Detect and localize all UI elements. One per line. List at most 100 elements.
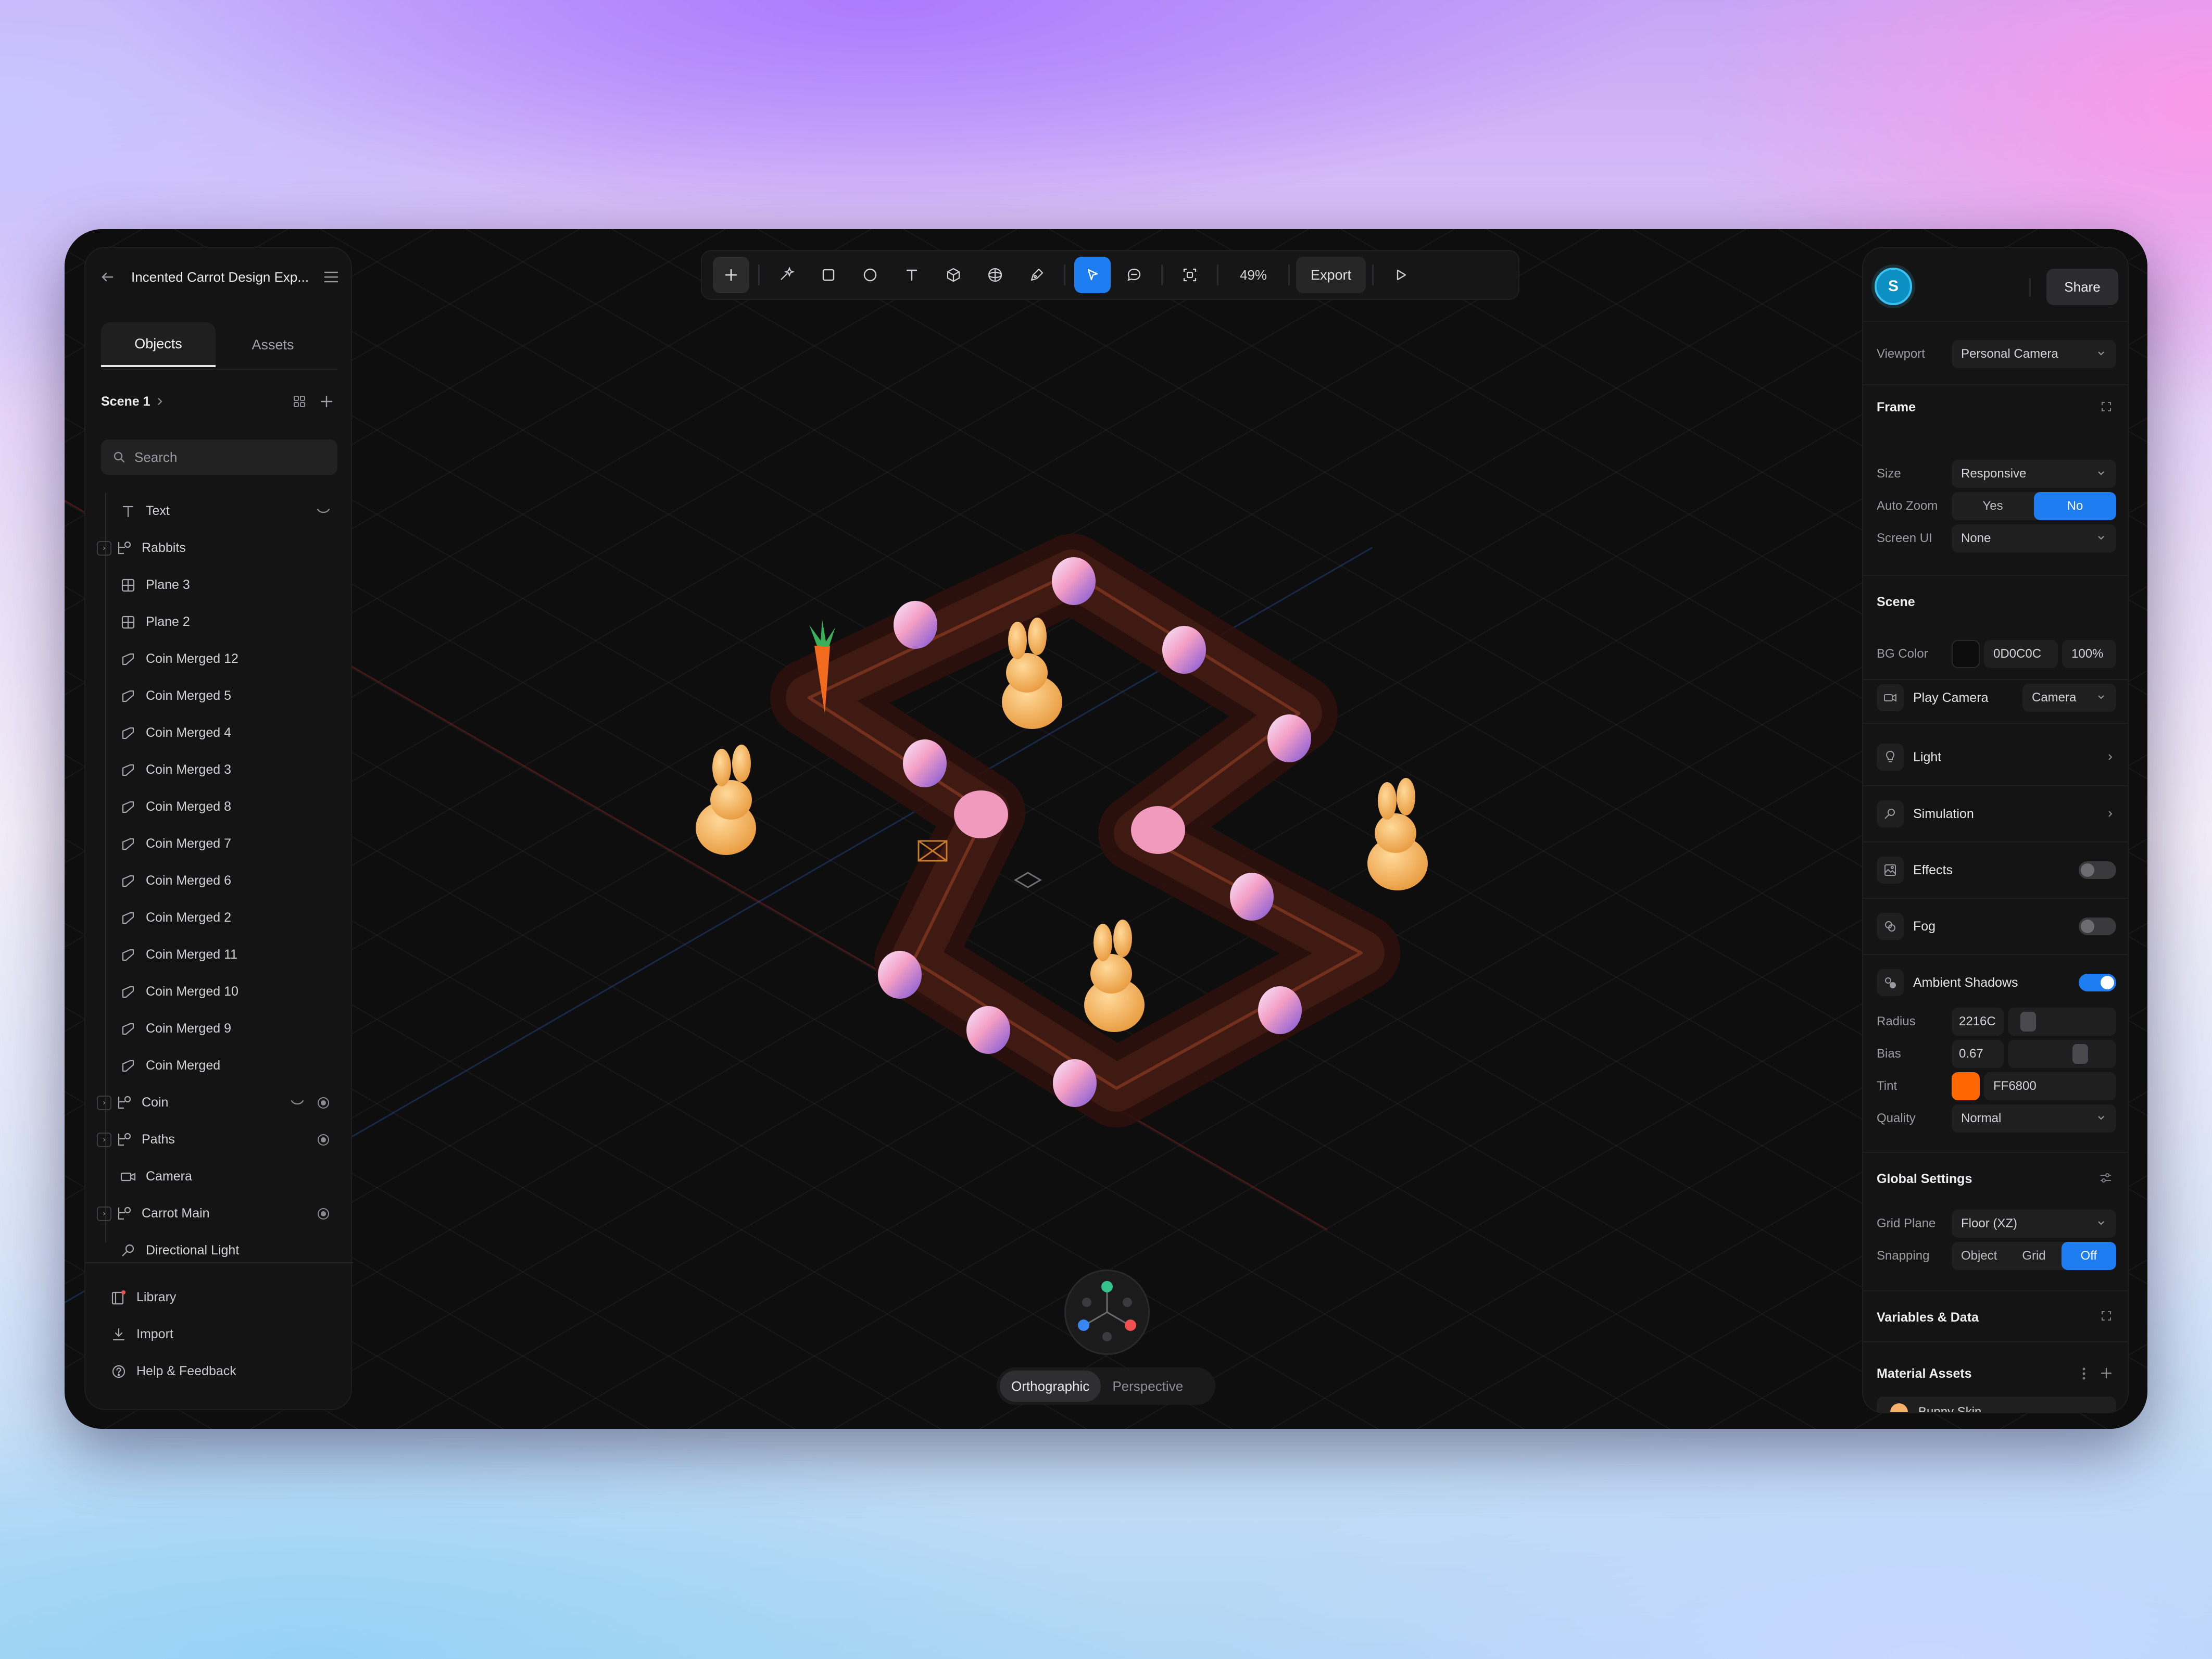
radius-slider[interactable]	[2008, 1008, 2116, 1036]
expand-chevron-icon[interactable]: ›	[97, 1206, 111, 1221]
grid-view-icon[interactable]	[291, 393, 308, 410]
more-vertical-icon[interactable]	[2078, 1365, 2090, 1382]
back-arrow-icon[interactable]	[97, 267, 118, 287]
sphere-icon[interactable]	[977, 257, 1013, 293]
avatar[interactable]: S	[1875, 268, 1912, 305]
bgcolor-opacity-input[interactable]: 100%	[2062, 640, 2116, 668]
target-icon[interactable]	[316, 1095, 331, 1111]
target-icon[interactable]	[316, 1206, 331, 1222]
bgcolor-swatch[interactable]	[1952, 640, 1980, 668]
expand-chevron-icon[interactable]: ›	[97, 1132, 111, 1147]
tree-item[interactable]: Coin Merged 10	[101, 973, 337, 1010]
comment-icon[interactable]	[1116, 257, 1152, 293]
ellipse-icon[interactable]	[852, 257, 888, 293]
radius-slider-thumb[interactable]	[2020, 1012, 2036, 1032]
bias-slider-thumb[interactable]	[2072, 1044, 2088, 1064]
cube-icon[interactable]	[935, 257, 972, 293]
tint-swatch[interactable]	[1952, 1072, 1980, 1100]
tree-item[interactable]: Camera	[101, 1158, 337, 1195]
target-icon[interactable]	[316, 1132, 331, 1148]
mesh-icon	[119, 798, 137, 816]
footer-item-library[interactable]: Library	[101, 1279, 337, 1316]
tree-item[interactable]: Coin Merged	[101, 1047, 337, 1084]
tab-objects[interactable]: Objects	[101, 322, 216, 367]
viewport-canvas[interactable]	[65, 229, 2147, 1429]
bias-input[interactable]: 0.67	[1952, 1040, 2004, 1068]
autozoom-no-button[interactable]: No	[2034, 492, 2116, 520]
expand-icon[interactable]	[2098, 1308, 2114, 1324]
zoom-level[interactable]: 49%	[1225, 267, 1282, 283]
tint-hex-input[interactable]: FF6800	[1984, 1072, 2116, 1100]
hamburger-menu-icon[interactable]	[321, 267, 342, 287]
rectangle-icon[interactable]	[810, 257, 847, 293]
tree-item[interactable]: Coin Merged 5	[101, 677, 337, 714]
tree-item[interactable]: Plane 3	[101, 567, 337, 604]
toolbar-separator	[1217, 265, 1218, 285]
tree-item[interactable]: Coin Merged 4	[101, 714, 337, 751]
tree-item[interactable]: › Rabbits	[97, 530, 337, 567]
select-cursor-icon[interactable]	[1074, 257, 1111, 293]
tree-item[interactable]: Text	[101, 493, 337, 530]
pen-icon[interactable]	[1019, 257, 1055, 293]
add-icon[interactable]	[713, 257, 749, 293]
radius-input[interactable]: 2216C	[1952, 1008, 2004, 1036]
visibility-eye-icon[interactable]	[290, 1095, 305, 1111]
tree-item[interactable]: Coin Merged 11	[101, 936, 337, 973]
orthographic-button[interactable]: Orthographic	[1000, 1371, 1101, 1402]
expand-icon[interactable]	[2098, 399, 2114, 414]
snapping-object-button[interactable]: Object	[1952, 1242, 2006, 1270]
viewport-select[interactable]: Personal Camera	[1952, 340, 2116, 368]
play-camera-select[interactable]: Camera	[2022, 684, 2116, 712]
snapping-grid-button[interactable]: Grid	[2006, 1242, 2061, 1270]
ai-sparkle-icon[interactable]	[769, 257, 805, 293]
screenui-select[interactable]: None	[1952, 524, 2116, 552]
orientation-gizmo[interactable]	[1064, 1270, 1150, 1355]
text-tool-icon[interactable]	[894, 257, 930, 293]
footer-item-import[interactable]: Import	[101, 1316, 337, 1353]
chevron-right-icon[interactable]	[156, 395, 168, 408]
expand-chevron-icon[interactable]: ›	[97, 541, 111, 556]
size-select[interactable]: Responsive	[1952, 460, 2116, 488]
tree-item[interactable]: Coin Merged 7	[101, 825, 337, 862]
tree-item[interactable]: Coin Merged 6	[101, 862, 337, 899]
settings-sliders-icon[interactable]	[2097, 1170, 2114, 1186]
add-scene-icon[interactable]	[318, 393, 335, 410]
search-input[interactable]: Search	[101, 439, 337, 475]
material-item[interactable]: Bunny Skin	[1877, 1397, 2116, 1412]
grid-plane-select[interactable]: Floor (XZ)	[1952, 1210, 2116, 1238]
play-icon[interactable]	[1382, 257, 1419, 293]
tree-item[interactable]: › Paths	[97, 1121, 337, 1158]
simulation-row[interactable]: Simulation	[1877, 798, 2116, 830]
tree-item[interactable]: Plane 2	[101, 604, 337, 640]
play-camera-value: Camera	[2032, 690, 2077, 705]
tree-item[interactable]: › Carrot Main	[97, 1195, 337, 1232]
tree-item[interactable]: Coin Merged 3	[101, 751, 337, 788]
tree-item[interactable]: › Coin	[97, 1084, 337, 1121]
divider	[1863, 1341, 2128, 1342]
tree-item[interactable]: Coin Merged 12	[101, 640, 337, 677]
scene-label[interactable]: Scene 1	[101, 394, 150, 409]
bgcolor-hex-input[interactable]: 0D0C0C	[1984, 640, 2058, 668]
perspective-button[interactable]: Perspective	[1101, 1371, 1195, 1402]
fog-toggle[interactable]	[2079, 918, 2116, 935]
light-row[interactable]: Light	[1877, 741, 2116, 773]
ambient-shadows-toggle[interactable]	[2079, 974, 2116, 991]
export-button[interactable]: Export	[1296, 257, 1366, 293]
effects-toggle[interactable]	[2079, 861, 2116, 879]
autozoom-yes-button[interactable]: Yes	[1952, 492, 2034, 520]
tree-item[interactable]: Coin Merged 9	[101, 1010, 337, 1047]
visibility-eye-icon[interactable]	[316, 504, 331, 519]
frame-capture-icon[interactable]	[1172, 257, 1208, 293]
add-material-icon[interactable]	[2098, 1365, 2114, 1381]
quality-select[interactable]: Normal	[1952, 1104, 2116, 1133]
tree-item[interactable]: Directional Light	[101, 1232, 337, 1269]
bias-slider[interactable]	[2008, 1040, 2116, 1068]
expand-chevron-icon[interactable]: ›	[97, 1095, 111, 1110]
tree-item[interactable]: Coin Merged 8	[101, 788, 337, 825]
snapping-off-button[interactable]: Off	[2061, 1242, 2116, 1270]
share-button[interactable]: Share	[2046, 269, 2118, 305]
tree-item[interactable]: Coin Merged 2	[101, 899, 337, 936]
footer-item-help[interactable]: Help & Feedback	[101, 1353, 337, 1390]
file-title[interactable]: Incented Carrot Design Exp...	[131, 269, 309, 285]
tab-assets[interactable]: Assets	[216, 322, 330, 367]
